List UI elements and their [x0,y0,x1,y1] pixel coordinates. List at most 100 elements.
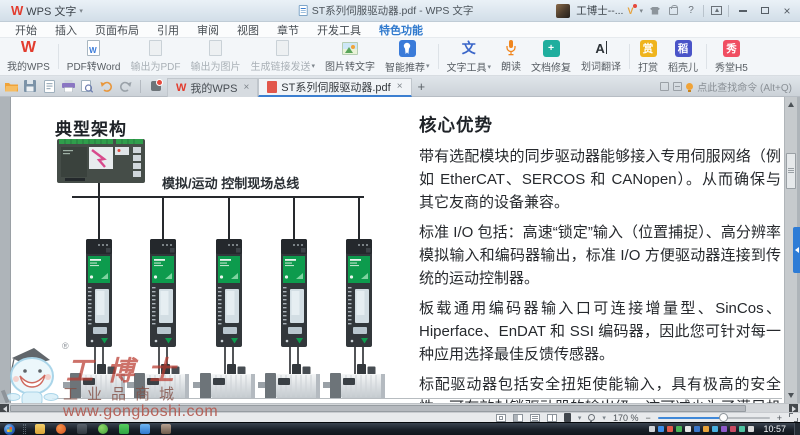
arrange-window-icon[interactable] [710,5,722,17]
start-button[interactable] [4,424,15,435]
tab-insert[interactable]: 插入 [46,22,86,37]
help-button[interactable]: ? [685,5,697,17]
zoom-slider-thumb[interactable] [719,413,728,422]
close-button[interactable]: × [779,0,795,21]
chevron-down-icon[interactable]: ▾ [602,414,606,422]
shop-icon[interactable] [667,5,679,17]
user-name[interactable]: 工博士--... [576,3,623,18]
section-heading-right: 核心优势 [419,113,781,137]
tray-icon[interactable] [730,426,736,432]
wps-logo-icon: W [11,3,23,18]
translate-button[interactable]: A 划词翻译 [576,39,626,74]
tab-references[interactable]: 引用 [148,22,188,37]
tab-special-features[interactable]: 特色功能 [370,22,432,37]
taskbar-app-green-circle[interactable] [98,424,108,434]
share-link-button[interactable]: 生成链接发送▾ [246,39,321,74]
taskbar-app-wechat[interactable] [119,424,129,434]
scroll-up-arrow[interactable] [788,102,794,107]
zoom-in-button[interactable]: + [777,413,782,423]
taskbar-app-dark[interactable] [77,424,87,434]
doc-repair-button[interactable]: + 文档修复 [526,39,576,74]
wps-logo-icon: W [21,40,36,56]
tray-icon[interactable] [703,426,709,432]
tab-home[interactable]: 开始 [6,22,46,37]
find-command-hint[interactable]: 点此查找命令 (Alt+Q) [660,79,796,94]
single-page-icon[interactable] [513,414,523,422]
eye-protect-icon[interactable] [588,414,595,421]
vip-badge[interactable]: V [627,6,633,16]
zoom-out-button[interactable]: − [645,413,650,423]
image-to-text-button[interactable]: 图片转文字 [320,39,380,74]
app-menu-button[interactable]: W WPS 文字 ▾ [5,0,89,21]
chevron-down-icon: ▾ [426,62,430,70]
print-preview-icon[interactable] [80,79,94,93]
docer-button[interactable]: 稻 稻壳儿 [663,39,703,74]
reward-button[interactable]: 赏 打赏 [633,39,663,74]
assistant-icon[interactable] [149,79,163,93]
docer-icon: 稻 [675,40,692,57]
task-pane-toggle[interactable] [793,227,800,273]
brand-sub-watermark: 工业品商城 [63,383,183,404]
export-image-button[interactable]: 输出为图片 [186,39,246,74]
tray-icon[interactable] [658,426,664,432]
pdf-to-word-button[interactable]: W PDF转Word [62,39,126,74]
taskbar-app-blue[interactable] [140,424,150,434]
print-icon[interactable] [61,79,75,93]
tray-icon[interactable] [685,426,691,432]
tab-section[interactable]: 章节 [268,22,308,37]
mascot-watermark [0,346,66,408]
tab-review[interactable]: 审阅 [188,22,228,37]
doc-tab-pdf[interactable]: ST系列伺服驱动器.pdf × [258,78,411,97]
zoom-slider[interactable] [658,417,770,419]
continuous-view-icon[interactable] [530,414,540,422]
show-desktop-button[interactable] [794,423,800,435]
tab-view[interactable]: 视图 [228,22,268,37]
horizontal-scrollbar[interactable] [0,403,800,412]
close-icon[interactable]: × [397,81,403,92]
fit-page-icon[interactable] [496,414,506,422]
two-page-icon[interactable] [547,414,557,422]
divider [438,44,439,69]
avatar[interactable] [556,4,570,18]
minimize-button[interactable] [735,0,751,21]
tray-icon[interactable] [667,426,673,432]
smart-recommend-button[interactable]: 智能推荐▾ [380,39,435,74]
mini-icon-2[interactable] [673,82,682,91]
text-tool-button[interactable]: 文 文字工具▾ [442,39,497,74]
new-tab-button[interactable]: + [418,79,426,94]
close-icon[interactable]: × [243,82,249,93]
undo-icon[interactable] [99,79,113,93]
taskbar-app-browser[interactable] [56,424,66,434]
export-icon[interactable] [42,79,56,93]
fullscreen-icon[interactable] [789,413,798,422]
skin-icon[interactable] [649,5,661,17]
redo-icon[interactable] [118,79,132,93]
read-mode-icon[interactable] [564,413,571,422]
tab-dev-tools[interactable]: 开发工具 [308,22,370,37]
my-wps-button[interactable]: W 我的WPS [2,39,55,74]
tray-icon[interactable] [712,426,718,432]
open-folder-icon[interactable] [4,79,18,93]
taskbar-app-photo[interactable] [161,424,171,434]
save-icon[interactable] [23,79,37,93]
read-aloud-button[interactable]: 朗读 [496,39,526,74]
xiutang-h5-button[interactable]: 秀 秀堂H5 [710,39,753,74]
tray-icon[interactable] [676,426,682,432]
taskbar-app-folder[interactable] [35,424,45,434]
chevron-down-icon[interactable]: ▾ [639,7,643,15]
tray-icon[interactable] [649,426,655,432]
text-tool-icon: 文 [462,38,476,58]
tray-icon[interactable] [739,426,745,432]
tab-page-layout[interactable]: 页面布局 [86,22,148,37]
mini-icon-1[interactable] [660,82,669,91]
doc-tab-my-wps[interactable]: W 我的WPS × [167,78,258,97]
scroll-down-arrow[interactable] [788,393,794,398]
maximize-button[interactable] [757,0,773,21]
tray-icon[interactable] [748,426,754,432]
horizontal-scroll-thumb[interactable] [10,405,746,412]
tray-icon[interactable] [694,426,700,432]
export-pdf-button[interactable]: 输出为PDF [126,39,186,74]
chevron-down-icon[interactable]: ▾ [578,414,582,422]
vertical-scroll-thumb[interactable] [786,153,796,189]
tray-icon[interactable] [721,426,727,432]
